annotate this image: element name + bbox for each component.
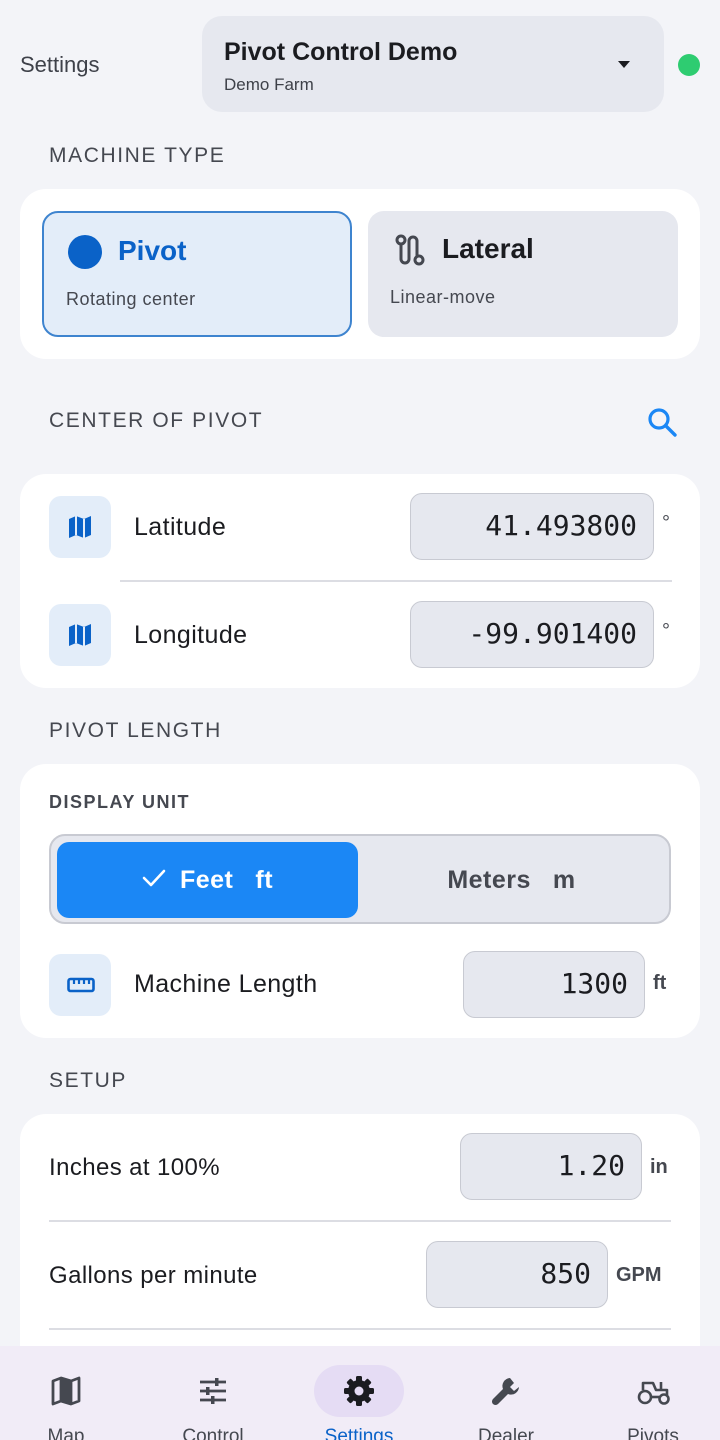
check-icon <box>142 866 166 895</box>
center-of-pivot-card: Latitude 41.493800 ° Longitude -99.90140… <box>20 474 700 688</box>
search-icon[interactable] <box>645 405 679 439</box>
inches-at-100-input[interactable]: 1.20 <box>460 1133 642 1200</box>
setup-card: Inches at 100% 1.20 in Gallons per minut… <box>20 1114 700 1374</box>
unit-meters-abbr: m <box>552 865 576 894</box>
gallons-per-minute-input[interactable]: 850 <box>426 1241 608 1308</box>
row-divider <box>49 1220 671 1222</box>
section-title-center-of-pivot: CENTER OF PIVOT <box>49 409 264 432</box>
inches-at-100-label: Inches at 100% <box>49 1154 221 1181</box>
nav-item-settings[interactable]: Settings <box>287 1346 431 1440</box>
inches-unit: in <box>650 1156 668 1178</box>
nav-label-control: Control <box>182 1426 244 1440</box>
nav-label-dealer: Dealer <box>478 1426 534 1440</box>
unit-feet-label: Feet <box>179 865 234 894</box>
row-divider <box>120 580 672 582</box>
pivot-length-card: DISPLAY UNIT Feet ft Meters m Machine Le… <box>20 764 700 1038</box>
farm-selector-name: Pivot Control Demo <box>224 38 458 66</box>
latitude-label: Latitude <box>134 513 227 541</box>
nav-label-settings: Settings <box>324 1426 394 1440</box>
longitude-icon-tile <box>49 604 111 666</box>
unit-feet-abbr: ft <box>255 865 274 894</box>
row-divider <box>49 1328 671 1330</box>
machine-type-pivot-subtitle: Rotating center <box>66 289 196 309</box>
nav-item-dealer[interactable]: Dealer <box>434 1346 578 1440</box>
connection-status-dot <box>678 54 700 76</box>
nav-item-control[interactable]: Control <box>141 1346 285 1440</box>
longitude-label: Longitude <box>134 621 248 649</box>
nav-item-map[interactable]: Map <box>0 1346 138 1440</box>
machine-type-lateral-subtitle: Linear-move <box>390 287 496 307</box>
caret-down-icon <box>618 61 630 68</box>
latitude-unit: ° <box>662 512 670 534</box>
nav-label-pivots: Pivots <box>627 1426 679 1440</box>
farm-selector-farm: Demo Farm <box>224 75 314 94</box>
machine-type-lateral-title: Lateral <box>442 233 534 264</box>
route-icon <box>394 233 426 272</box>
machine-type-lateral-option[interactable]: Lateral Linear-move <box>368 211 678 337</box>
latitude-icon-tile <box>49 496 111 558</box>
machine-length-unit: ft <box>653 972 667 994</box>
section-title-setup: SETUP <box>49 1069 128 1092</box>
section-title-machine-type: MACHINE TYPE <box>49 144 226 167</box>
pivot-circle-icon <box>68 235 102 269</box>
nav-label-map: Map <box>47 1426 85 1440</box>
machine-length-label: Machine Length <box>134 970 318 998</box>
section-title-pivot-length: PIVOT LENGTH <box>49 719 222 742</box>
nav-item-pivots[interactable]: Pivots <box>581 1346 720 1440</box>
unit-feet-button[interactable]: Feet ft <box>57 842 358 918</box>
display-unit-label: DISPLAY UNIT <box>49 792 191 812</box>
machine-length-icon-tile <box>49 954 111 1016</box>
machine-type-pivot-option[interactable]: Pivot Rotating center <box>42 211 352 337</box>
longitude-unit: ° <box>662 620 670 642</box>
bottom-navigation: Map Control Settings Dealer Pivots <box>0 1346 720 1440</box>
display-unit-toggle: Feet ft Meters m <box>49 834 671 924</box>
unit-meters-label: Meters <box>447 865 531 894</box>
machine-type-card: Pivot Rotating center Lateral Linear-mov… <box>20 189 700 359</box>
farm-selector[interactable]: Pivot Control Demo Demo Farm <box>202 16 664 112</box>
machine-type-pivot-title: Pivot <box>118 235 187 266</box>
page-title: Settings <box>20 52 100 77</box>
gallons-per-minute-label: Gallons per minute <box>49 1262 258 1289</box>
machine-length-input[interactable]: 1300 <box>463 951 645 1018</box>
latitude-input[interactable]: 41.493800 <box>410 493 654 560</box>
gpm-unit: GPM <box>616 1264 662 1286</box>
unit-meters-button[interactable]: Meters m <box>358 842 665 918</box>
longitude-input[interactable]: -99.901400 <box>410 601 654 668</box>
